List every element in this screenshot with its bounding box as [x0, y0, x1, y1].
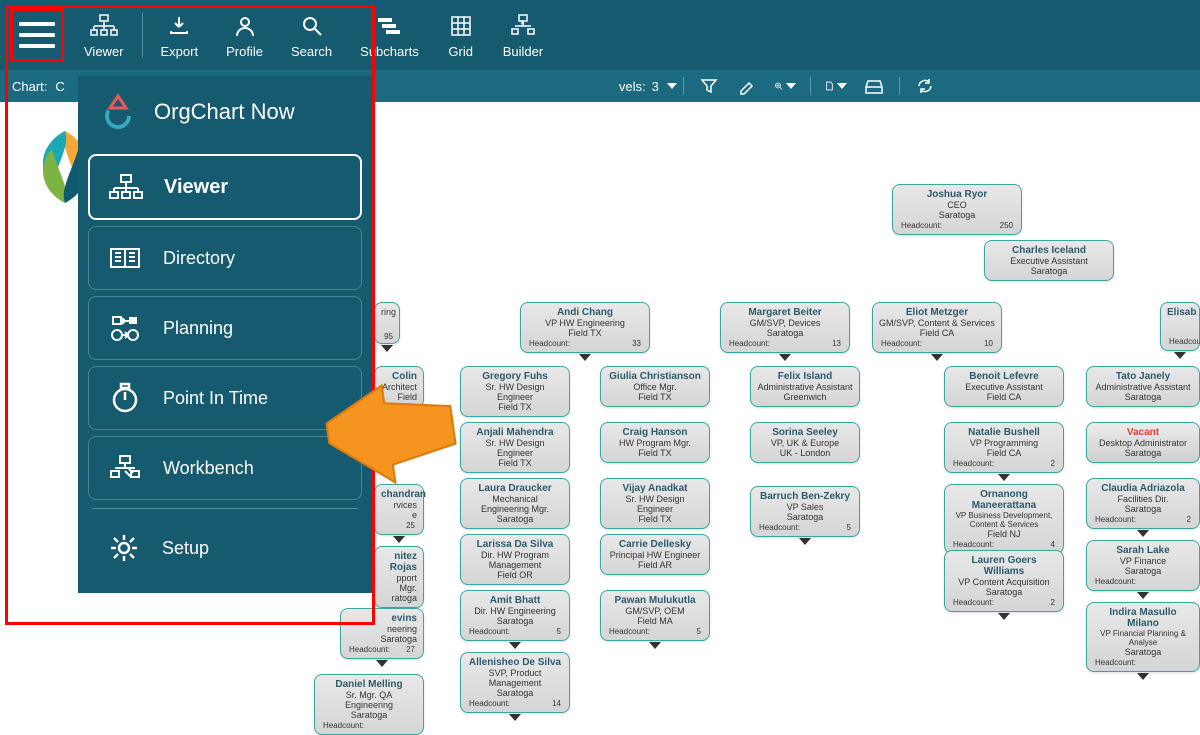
node-title: Executive Assistant [991, 256, 1107, 266]
node-barruch-benzekry[interactable]: Barruch Ben-Zekry VP Sales Saratoga Head… [750, 486, 860, 537]
node-name: Joshua Ryor [899, 189, 1015, 200]
node-tato-janely[interactable]: Tato Janely Administrative Assistant Sar… [1086, 366, 1200, 407]
node-partial-rojas[interactable]: nitez Rojas pport Mgr. ratoga [374, 546, 424, 608]
node-ea[interactable]: Charles Iceland Executive Assistant Sara… [984, 240, 1114, 281]
toolbar-grid[interactable]: Grid [433, 12, 489, 59]
node-location: Saratoga [899, 210, 1015, 220]
annotation-arrow-icon [318, 375, 458, 485]
node-lauren-goers[interactable]: Lauren Goers Williams VP Content Acquisi… [944, 550, 1064, 612]
node-ornanong[interactable]: Ornanong Maneerattana VP Business Develo… [944, 484, 1064, 554]
node-location: Saratoga [991, 266, 1107, 276]
node-pawan-mulukutla[interactable]: Pawan Mulukutla GM/SVP, OEM Field MA Hea… [600, 590, 710, 641]
node-name: Charles Iceland [991, 245, 1107, 256]
builder-icon [509, 12, 537, 40]
grid-icon [447, 12, 475, 40]
page-icon[interactable] [825, 75, 847, 97]
node-larissa-dasilva[interactable]: Larissa Da Silva Dir. HW Program Managem… [460, 534, 570, 585]
node-craig-hanson[interactable]: Craig Hanson HW Program Mgr. Field TX [600, 422, 710, 463]
chevron-down-icon[interactable] [667, 83, 677, 89]
node-natalie-bushell[interactable]: Natalie Bushell VP Programming Field CA … [944, 422, 1064, 473]
zoom-icon[interactable] [774, 75, 796, 97]
subcharts-icon [375, 12, 403, 40]
node-sarah-lake[interactable]: Sarah Lake VP Finance Saratoga Headcount… [1086, 540, 1200, 591]
toolbar-builder[interactable]: Builder [489, 12, 557, 59]
sec-separator [683, 77, 684, 95]
node-vijay-anadkat[interactable]: Vijay Anadkat Sr. HW Design Engineer Fie… [600, 478, 710, 529]
node-daniel-melling[interactable]: Daniel Melling Sr. Mgr. QA Engineering S… [314, 674, 424, 735]
node-gregory-fuhs[interactable]: Gregory Fuhs Sr. HW Design Engineer Fiel… [460, 366, 570, 417]
node-benoit-lefevre[interactable]: Benoit Lefevre Executive Assistant Field… [944, 366, 1064, 407]
node-anjali-mahendra[interactable]: Anjali Mahendra Sr. HW Design Engineer F… [460, 422, 570, 473]
levels-value[interactable]: 3 [652, 79, 659, 94]
sec-separator [899, 77, 900, 95]
annotation-red-box [5, 5, 375, 625]
filter-icon[interactable] [698, 75, 720, 97]
node-sorina-seeley[interactable]: Sorina Seeley VP, UK & Europe UK - Londo… [750, 422, 860, 463]
node-indira-masullo[interactable]: Indira Masullo Milano VP Financial Plann… [1086, 602, 1200, 672]
toolbar-label: Builder [503, 44, 543, 59]
node-amit-bhatt[interactable]: Amit Bhatt Dir. HW Engineering Saratoga … [460, 590, 570, 641]
node-margaret-beiter[interactable]: Margaret Beiter GM/SVP, Devices Saratoga… [720, 302, 850, 353]
toolbar-label: Grid [448, 44, 473, 59]
node-allenisheo-desilva[interactable]: Allenisheo De Silva SVP, Product Managem… [460, 652, 570, 713]
refresh-icon[interactable] [914, 75, 936, 97]
node-eliot-metzger[interactable]: Eliot Metzger GM/SVP, Content & Services… [872, 302, 1002, 353]
node-felix-island[interactable]: Felix Island Administrative Assistant Gr… [750, 366, 860, 407]
node-laura-draucker[interactable]: Laura Draucker Mechanical Engineering Mg… [460, 478, 570, 529]
node-andi-chang[interactable]: Andi Chang VP HW Engineering Field TX He… [520, 302, 650, 353]
node-partial-elisab[interactable]: Elisab Headcount: [1160, 302, 1200, 351]
sec-separator [810, 77, 811, 95]
node-partial[interactable]: ring 95 [374, 302, 400, 344]
highlight-icon[interactable] [736, 75, 758, 97]
levels-label-partial: vels: [619, 79, 646, 94]
node-carrie-dellesky[interactable]: Carrie Dellesky Principal HW Engineer Fi… [600, 534, 710, 575]
node-vacant[interactable]: Vacant Desktop Administrator Saratoga [1086, 422, 1200, 463]
node-ceo[interactable]: Joshua Ryor CEO Saratoga Headcount:250 [892, 184, 1022, 235]
node-giulia-christianson[interactable]: Giulia Christianson Office Mgr. Field TX [600, 366, 710, 407]
node-partial-chandran[interactable]: chandran rvices e 25 [374, 484, 424, 535]
node-claudia-adriazola[interactable]: Claudia Adriazola Facilities Dir. Sarato… [1086, 478, 1200, 529]
template-icon[interactable] [863, 75, 885, 97]
node-title: CEO [899, 200, 1015, 210]
